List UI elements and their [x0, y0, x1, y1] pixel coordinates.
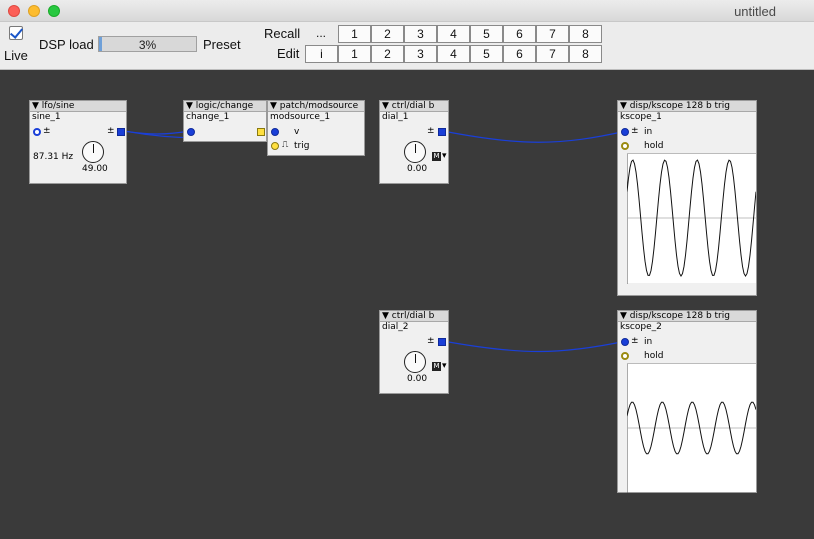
scope-display [626, 153, 757, 284]
dial-1-object[interactable]: ▼ ctrl/dial b dial_1 ± M ▾ 0.00 [379, 100, 449, 184]
dial-outlet[interactable] [438, 128, 446, 136]
edit-slot-4-button[interactable]: 4 [437, 45, 470, 63]
window-titlebar: untitled [0, 0, 814, 22]
scope-waveform [626, 364, 757, 493]
dial-2-object[interactable]: ▼ ctrl/dial b dial_2 ± M ▾ 0.00 [379, 310, 449, 394]
object-header[interactable]: ▼ logic/change [184, 101, 266, 112]
toolbar: Live DSP load 3% Preset Recall Edit ... … [0, 22, 814, 70]
bipolar-symbol: ± [631, 126, 639, 136]
recall-slot-7-button[interactable]: 7 [536, 25, 569, 43]
recall-slot-4-button[interactable]: 4 [437, 25, 470, 43]
object-instance-name: dial_2 [382, 322, 409, 332]
recall-slot-8-button[interactable]: 8 [569, 25, 602, 43]
scope-waveform [626, 154, 757, 284]
hold-label: hold [644, 351, 664, 361]
dsp-load-value: 3% [138, 38, 157, 52]
patch-canvas[interactable]: ▼ lfo/sine sine_1 ± ± 87.31 Hz 49.00 ▼ l… [0, 71, 814, 539]
patch-modsource-object[interactable]: ▼ patch/modsource modsource_1 v ⎍ trig [267, 100, 365, 156]
edit-slot-2-button[interactable]: 2 [371, 45, 404, 63]
object-instance-name: kscope_1 [620, 112, 662, 122]
object-instance-name: change_1 [186, 112, 230, 122]
pitch-knob[interactable] [82, 141, 104, 163]
v-inlet-label: v [294, 127, 300, 137]
recall-slot-1-button[interactable]: 1 [338, 25, 371, 43]
trig-icon: ⎍ [282, 140, 289, 150]
live-label: Live [4, 48, 28, 63]
wave-outlet[interactable] [117, 128, 125, 136]
dial-knob[interactable] [404, 351, 426, 373]
object-header[interactable]: ▼ ctrl/dial b [380, 311, 448, 322]
recall-more-button[interactable]: ... [316, 26, 326, 40]
bipolar-symbol: ± [43, 126, 51, 136]
logic-change-object[interactable]: ▼ logic/change change_1 [183, 100, 267, 142]
kscope-1-object[interactable]: ▼ disp/kscope 128 b trig kscope_1 ± in h… [617, 100, 757, 296]
lfo-sine-object[interactable]: ▼ lfo/sine sine_1 ± ± 87.31 Hz 49.00 [29, 100, 127, 184]
dial-knob[interactable] [404, 141, 426, 163]
midi-learn-button[interactable]: M [432, 152, 441, 161]
bipolar-out-symbol: ± [107, 126, 115, 136]
edit-label: Edit [277, 46, 300, 61]
bipolar-symbol: ± [631, 336, 639, 346]
recall-slot-5-button[interactable]: 5 [470, 25, 503, 43]
scope-inlet[interactable] [621, 128, 629, 136]
window-title: untitled [734, 4, 776, 19]
wire-lfo-to-change [123, 130, 191, 135]
edit-slot-3-button[interactable]: 3 [404, 45, 437, 63]
object-header[interactable]: ▼ patch/modsource [268, 101, 364, 112]
edit-slot-5-button[interactable]: 5 [470, 45, 503, 63]
object-instance-name: dial_1 [382, 112, 409, 122]
scope-inlet[interactable] [621, 338, 629, 346]
recall-slot-3-button[interactable]: 3 [404, 25, 437, 43]
dsp-load-label: DSP load [39, 37, 94, 52]
dial-value: 0.00 [407, 374, 428, 384]
dial-outlet[interactable] [438, 338, 446, 346]
pitch-inlet[interactable] [33, 128, 41, 136]
scope-display [626, 363, 757, 493]
edit-slot-7-button[interactable]: 7 [536, 45, 569, 63]
kscope-2-object[interactable]: ▼ disp/kscope 128 b trig kscope_2 ± in h… [617, 310, 757, 493]
recall-label: Recall [264, 26, 301, 41]
knob-value: 49.00 [82, 164, 108, 174]
hold-label: hold [644, 141, 664, 151]
object-instance-name: modsource_1 [270, 112, 331, 122]
object-instance-name: kscope_2 [620, 322, 662, 332]
preset-label: Preset [203, 37, 241, 52]
scope-inlet-label: in [644, 127, 653, 137]
midi-learn-button[interactable]: M [432, 362, 441, 371]
object-header[interactable]: ▼ ctrl/dial b [380, 101, 448, 112]
object-header[interactable]: ▼ lfo/sine [30, 101, 126, 112]
edit-init-button[interactable]: i [305, 45, 338, 63]
object-instance-name: sine_1 [32, 112, 61, 122]
hold-toggle[interactable] [621, 352, 629, 360]
scope-inlet-label: in [644, 337, 653, 347]
bipolar-symbol: ± [427, 126, 435, 136]
object-header[interactable]: ▼ disp/kscope 128 b trig [618, 101, 756, 112]
trig-inlet[interactable] [271, 142, 279, 150]
wire-dial2-to-kscope2 [442, 340, 627, 353]
live-checkbox[interactable] [9, 26, 23, 40]
trig-inlet-label: trig [294, 141, 310, 151]
frequency-readout: 87.31 Hz [33, 152, 74, 162]
dsp-load-meter: 3% [98, 36, 197, 52]
chevron-down-icon[interactable]: ▾ [442, 151, 447, 161]
trig-outlet[interactable] [257, 128, 265, 136]
bipolar-symbol: ± [427, 336, 435, 346]
v-inlet[interactable] [271, 128, 279, 136]
recall-slot-2-button[interactable]: 2 [371, 25, 404, 43]
edit-slot-1-button[interactable]: 1 [338, 45, 371, 63]
change-inlet[interactable] [187, 128, 195, 136]
object-header[interactable]: ▼ disp/kscope 128 b trig [618, 311, 756, 322]
wire-dial1-to-kscope1 [442, 130, 627, 143]
edit-slot-8-button[interactable]: 8 [569, 45, 602, 63]
dial-value: 0.00 [407, 164, 428, 174]
recall-slot-6-button[interactable]: 6 [503, 25, 536, 43]
chevron-down-icon[interactable]: ▾ [442, 361, 447, 371]
hold-toggle[interactable] [621, 142, 629, 150]
edit-slot-6-button[interactable]: 6 [503, 45, 536, 63]
